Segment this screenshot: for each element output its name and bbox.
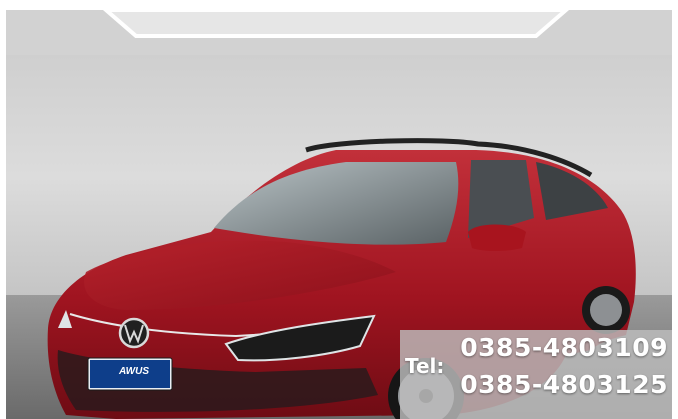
tel-label: Tel:	[405, 354, 445, 378]
phone-number-2: 0385-4803125	[460, 370, 668, 399]
phone-number-1: 0385-4803109	[460, 333, 668, 362]
dealer-plate-brand: AWUS	[119, 366, 149, 377]
